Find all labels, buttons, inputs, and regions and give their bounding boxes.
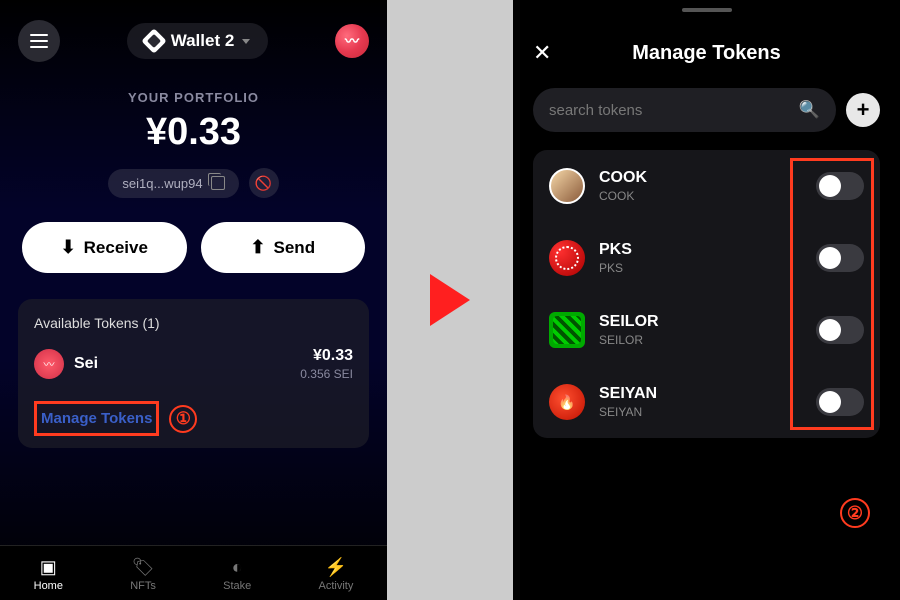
- page-title: Manage Tokens: [513, 42, 900, 65]
- token-toggle[interactable]: [816, 244, 864, 272]
- visibility-toggle[interactable]: 🚫: [249, 168, 279, 198]
- wallet-icon: [141, 28, 166, 53]
- seiyan-token-icon: [549, 384, 585, 420]
- available-tokens-card: Available Tokens (1) Sei ¥0.33 0.356 SEI…: [18, 299, 369, 448]
- bolt-icon: ⚡: [325, 558, 347, 576]
- menu-button[interactable]: [18, 20, 60, 62]
- download-icon: ⬇: [61, 237, 76, 258]
- search-placeholder: search tokens: [549, 102, 642, 119]
- wallet-selector[interactable]: Wallet 2: [127, 23, 269, 59]
- token-fullname: PKS: [599, 261, 802, 275]
- token-list-item: COOK COOK: [533, 150, 880, 222]
- token-list-item: PKS PKS: [533, 222, 880, 294]
- token-toggle[interactable]: [816, 388, 864, 416]
- add-token-button[interactable]: +: [846, 93, 880, 127]
- token-fullname: SEILOR: [599, 333, 802, 347]
- token-name: Sei: [74, 355, 98, 373]
- wallet-address[interactable]: sei1q...wup94: [108, 169, 238, 198]
- receive-button[interactable]: ⬇ Receive: [22, 222, 187, 273]
- callout-1: ①: [169, 405, 197, 433]
- nav-nfts[interactable]: 🏷 NFTs: [130, 558, 156, 592]
- send-button[interactable]: ⬆ Send: [201, 222, 366, 273]
- callout-2: ②: [840, 498, 870, 528]
- token-toggle[interactable]: [816, 316, 864, 344]
- sei-logo-icon[interactable]: [335, 24, 369, 58]
- nav-activity-label: Activity: [319, 580, 354, 592]
- manage-tokens-link[interactable]: Manage Tokens: [34, 401, 159, 436]
- token-symbol: SEIYAN: [599, 385, 802, 403]
- address-text: sei1q...wup94: [122, 176, 202, 191]
- nav-home[interactable]: ▣ Home: [34, 558, 63, 592]
- cook-token-icon: [549, 168, 585, 204]
- plus-icon: +: [857, 97, 870, 123]
- flow-arrow-icon: [430, 274, 470, 326]
- send-label: Send: [274, 238, 316, 258]
- chevron-down-icon: [242, 39, 250, 44]
- search-input[interactable]: search tokens 🔍: [533, 88, 836, 132]
- pks-token-icon: [549, 240, 585, 276]
- portfolio-label: YOUR PORTFOLIO: [0, 90, 387, 105]
- nav-home-label: Home: [34, 580, 63, 592]
- copy-icon: [211, 176, 225, 190]
- stake-icon: ◐: [226, 558, 248, 576]
- search-icon: 🔍: [799, 100, 820, 120]
- token-list-item: SEIYAN SEIYAN: [533, 366, 880, 438]
- available-tokens-header: Available Tokens (1): [34, 315, 353, 331]
- sei-token-icon: [34, 349, 64, 379]
- upload-icon: ⬆: [250, 237, 265, 258]
- receive-label: Receive: [84, 238, 148, 258]
- token-list: COOK COOK PKS PKS SEILOR SEILOR: [533, 150, 880, 438]
- token-symbol: SEILOR: [599, 313, 802, 331]
- token-amount: 0.356 SEI: [300, 367, 353, 381]
- token-list-item: SEILOR SEILOR: [533, 294, 880, 366]
- hamburger-icon: [30, 34, 48, 48]
- token-value: ¥0.33: [300, 347, 353, 365]
- bottom-navigation: ▣ Home 🏷 NFTs ◐ Stake ⚡ Activity: [0, 545, 387, 600]
- nav-stake[interactable]: ◐ Stake: [223, 558, 251, 592]
- eye-off-icon: 🚫: [255, 175, 272, 192]
- seilor-token-icon: [549, 312, 585, 348]
- nav-stake-label: Stake: [223, 580, 251, 592]
- token-toggle[interactable]: [816, 172, 864, 200]
- wallet-name: Wallet 2: [171, 31, 235, 51]
- token-fullname: SEIYAN: [599, 405, 802, 419]
- token-fullname: COOK: [599, 189, 802, 203]
- home-icon: ▣: [37, 558, 59, 576]
- tag-icon: 🏷: [132, 558, 154, 576]
- nav-activity[interactable]: ⚡ Activity: [319, 558, 354, 592]
- portfolio-value: ¥0.33: [0, 111, 387, 154]
- nav-nfts-label: NFTs: [130, 580, 156, 592]
- token-symbol: COOK: [599, 169, 802, 187]
- token-symbol: PKS: [599, 241, 802, 259]
- token-row[interactable]: Sei ¥0.33 0.356 SEI: [34, 347, 353, 381]
